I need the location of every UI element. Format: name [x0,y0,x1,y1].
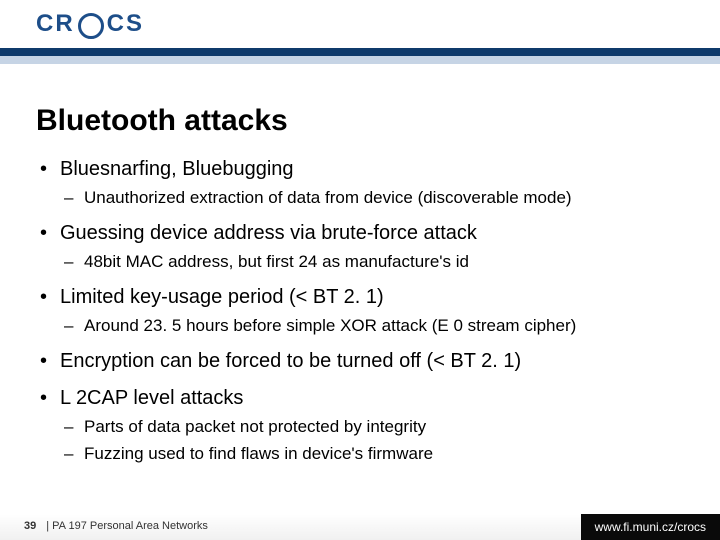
list-item-text: Encryption can be forced to be turned of… [60,350,521,372]
list-item: Bluesnarfing, Bluebugging Unauthorized e… [36,156,692,210]
sub-list-item: 48bit MAC address, but first 24 as manuf… [60,251,692,274]
slide-content: Bluesnarfing, Bluebugging Unauthorized e… [0,146,720,514]
page-number: 39 [24,520,36,532]
slide: CR CS Bluetooth attacks Bluesnarfing, Bl… [0,0,720,540]
sub-list-item: Fuzzing used to find flaws in device's f… [60,443,692,466]
footer-site-text: www.fi.muni.cz/crocs [595,520,706,534]
header-bar [0,48,720,78]
list-item-text: Bluesnarfing, Bluebugging [60,158,294,180]
sub-list: Parts of data packet not protected by in… [60,416,692,466]
list-item-text: Limited key-usage period (< BT 2. 1) [60,286,384,308]
list-item: Encryption can be forced to be turned of… [36,348,692,375]
logo-ring-icon [78,13,104,39]
crocs-logo: CR CS [36,10,144,38]
footer-site-badge: www.fi.muni.cz/crocs [581,514,720,540]
logo-text-left: CR [36,10,75,38]
bullet-list: Bluesnarfing, Bluebugging Unauthorized e… [36,156,692,466]
list-item-text: L 2CAP level attacks [60,387,243,409]
list-item: Guessing device address via brute-force … [36,220,692,274]
course-label: | PA 197 Personal Area Networks [46,520,208,532]
sub-list: Around 23. 5 hours before simple XOR att… [60,315,692,338]
list-item: Limited key-usage period (< BT 2. 1) Aro… [36,284,692,338]
slide-footer: 39 | PA 197 Personal Area Networks www.f… [0,514,720,540]
sub-list: Unauthorized extraction of data from dev… [60,187,692,210]
slide-header: CR CS [0,0,720,78]
header-bar-light [0,56,720,64]
list-item: L 2CAP level attacks Parts of data packe… [36,385,692,466]
sub-list: 48bit MAC address, but first 24 as manuf… [60,251,692,274]
logo-text-right: CS [107,10,144,38]
list-item-text: Guessing device address via brute-force … [60,222,477,244]
sub-list-item: Around 23. 5 hours before simple XOR att… [60,315,692,338]
slide-title: Bluetooth attacks [36,104,720,138]
sub-list-item: Unauthorized extraction of data from dev… [60,187,692,210]
header-bar-dark [0,48,720,56]
sub-list-item: Parts of data packet not protected by in… [60,416,692,439]
